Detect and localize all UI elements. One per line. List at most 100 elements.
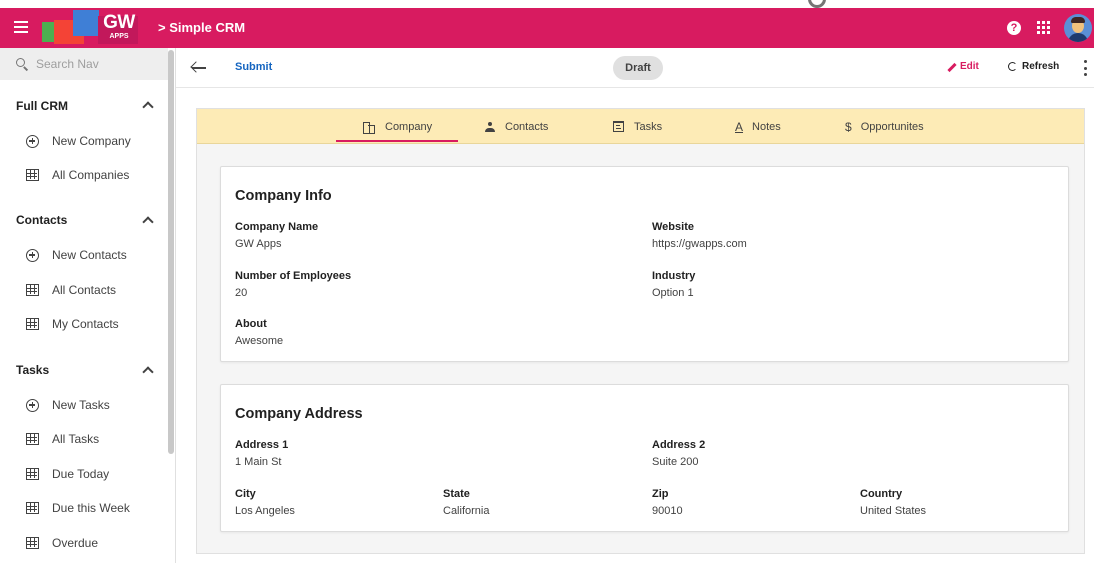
pencil-icon (946, 62, 956, 72)
company-info-card: Company Info Company Name GW Apps Websit… (220, 166, 1069, 362)
sidebar-item-all-tasks[interactable]: All Tasks (0, 422, 168, 456)
apps-grid-icon[interactable] (1037, 21, 1050, 34)
table-icon (26, 284, 39, 296)
address1-label: Address 1 (235, 439, 289, 451)
sidebar-scrollbar[interactable] (168, 50, 174, 454)
dollar-icon: $ (845, 119, 852, 134)
notes-icon: A (735, 119, 744, 134)
sidebar-item-label: Due Today (52, 467, 110, 481)
help-icon[interactable]: ? (1007, 21, 1021, 35)
chevron-up-icon[interactable] (142, 364, 152, 374)
menu-icon[interactable] (14, 21, 28, 33)
tab-company[interactable]: Company (363, 109, 432, 144)
sidebar-item-label: Due this Week (52, 501, 130, 515)
about-label: About (235, 318, 267, 330)
app-header: GW APPS > Simple CRM ? (0, 8, 1094, 48)
employees-label: Number of Employees (235, 270, 352, 282)
sidebar-item-label: New Contacts (52, 248, 127, 262)
country-value: United States (860, 505, 927, 517)
top-strip (0, 0, 1094, 8)
add-circle-icon (26, 398, 39, 412)
back-arrow-icon[interactable] (192, 67, 206, 69)
more-vert-icon[interactable] (1084, 60, 1088, 76)
tab-contacts[interactable]: Contacts (485, 109, 548, 144)
sidebar-item-overdue[interactable]: Overdue (0, 526, 168, 560)
city-label: City (235, 488, 256, 500)
logo-subtext: APPS (109, 33, 129, 40)
sidebar-item-all-companies[interactable]: All Companies (0, 158, 168, 192)
tab-label: Contacts (505, 120, 549, 133)
state-value: California (443, 505, 490, 517)
sidebar-item-due-this-week[interactable]: Due this Week (0, 491, 168, 525)
card-title: Company Address (235, 406, 363, 422)
company-name-label: Company Name (235, 221, 319, 233)
tab-label: Opportunites (860, 120, 924, 133)
company-address-card: Company Address Address 1 1 Main St Addr… (220, 384, 1069, 532)
sidebar-item-label: New Tasks (52, 398, 110, 412)
table-icon (26, 433, 39, 445)
form-container: Company Contacts Tasks A Notes $ Opportu… (196, 108, 1085, 554)
app-title[interactable]: > Simple CRM (158, 20, 245, 35)
nav-section-tasks[interactable]: Tasks (16, 363, 49, 377)
table-icon (26, 318, 39, 330)
nav-section-contacts[interactable]: Contacts (16, 213, 67, 227)
country-label: Country (860, 488, 903, 500)
calendar-icon (613, 121, 624, 132)
search-nav-input[interactable] (36, 57, 156, 71)
address2-label: Address 2 (652, 439, 706, 451)
building-icon (363, 121, 375, 134)
tab-opportunities[interactable]: $ Opportunites (845, 109, 924, 144)
industry-label: Industry (652, 270, 696, 282)
refresh-label: Refresh (1022, 61, 1060, 72)
edit-button[interactable]: Edit (946, 61, 979, 72)
nav-search (0, 48, 168, 80)
zip-value: 90010 (652, 505, 683, 517)
search-icon (16, 58, 29, 71)
card-title: Company Info (235, 188, 332, 204)
tab-label: Tasks (634, 120, 663, 133)
sidebar-item-my-contacts[interactable]: My Contacts (0, 307, 168, 341)
add-circle-icon (26, 248, 39, 262)
sidebar-item-label: All Tasks (52, 432, 100, 446)
website-value[interactable]: https://gwapps.com (652, 238, 747, 250)
table-icon (26, 502, 39, 514)
sidebar-nav: Full CRM New Company All Companies Conta… (0, 48, 176, 563)
logo-text: GW (103, 12, 135, 33)
chevron-up-icon[interactable] (142, 214, 152, 224)
sidebar-item-new-tasks[interactable]: New Tasks (0, 388, 168, 422)
table-icon (26, 468, 39, 480)
active-tab-indicator (336, 140, 458, 142)
sidebar-item-new-company[interactable]: New Company (0, 124, 168, 158)
tab-tasks[interactable]: Tasks (613, 109, 662, 144)
tab-notes[interactable]: A Notes (735, 109, 781, 144)
employees-value: 20 (235, 287, 248, 299)
edit-label: Edit (960, 61, 979, 72)
refresh-icon (1008, 62, 1017, 71)
sidebar-item-due-today[interactable]: Due Today (0, 457, 168, 491)
sidebar-item-label: My Contacts (52, 317, 119, 331)
sidebar-item-label: New Company (52, 134, 131, 148)
status-badge: Draft (613, 56, 663, 80)
sidebar-item-all-contacts[interactable]: All Contacts (0, 273, 168, 307)
form-action-bar: Submit Draft Edit Refresh (176, 48, 1094, 88)
sidebar-item-new-contacts[interactable]: New Contacts (0, 238, 168, 272)
table-icon (26, 169, 39, 181)
partial-circle-icon (808, 0, 826, 8)
refresh-button[interactable]: Refresh (1008, 61, 1059, 72)
city-value: Los Angeles (235, 505, 295, 517)
industry-value: Option 1 (652, 287, 694, 299)
about-value: Awesome (235, 335, 284, 347)
form-tabs: Company Contacts Tasks A Notes $ Opportu… (197, 109, 1084, 144)
chevron-up-icon[interactable] (142, 99, 152, 109)
sidebar-item-label: All Contacts (52, 283, 117, 297)
tab-label: Company (385, 120, 433, 133)
submit-button[interactable]: Submit (235, 61, 272, 73)
gw-apps-logo[interactable]: GW APPS (40, 10, 144, 46)
sidebar-item-label: Overdue (52, 536, 99, 550)
company-name-value: GW Apps (235, 238, 282, 250)
nav-section-full-crm[interactable]: Full CRM (16, 99, 68, 113)
address2-value: Suite 200 (652, 456, 699, 468)
table-icon (26, 537, 39, 549)
zip-label: Zip (652, 488, 669, 500)
user-avatar[interactable] (1064, 14, 1092, 42)
